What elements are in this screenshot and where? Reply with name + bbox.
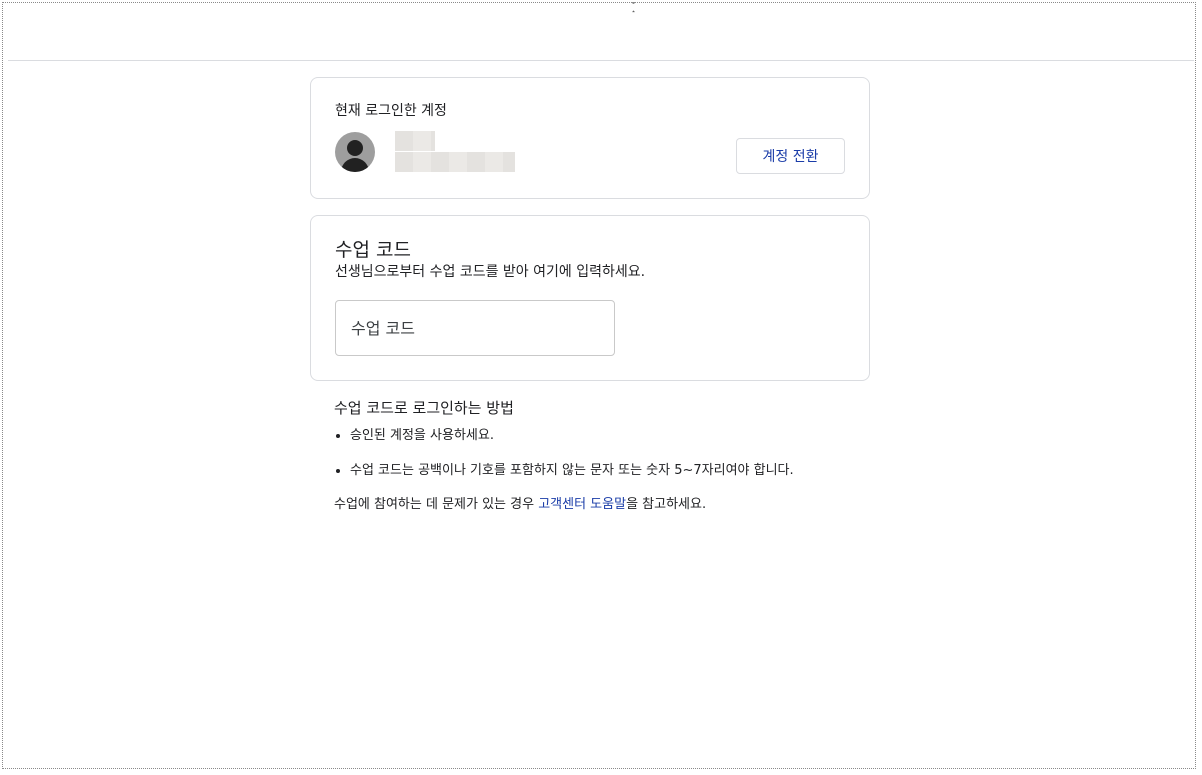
help-footer-prefix: 수업에 참여하는 데 문제가 있는 경우 [334, 497, 539, 512]
current-account-card: 현재 로그인한 계정 계정 전환 [310, 77, 870, 199]
account-email-redacted [395, 152, 515, 172]
help-section: 수업 코드로 로그인하는 방법 승인된 계정을 사용하세요. 수업 코드는 공백… [334, 398, 846, 515]
header-divider [8, 60, 1194, 61]
help-footer: 수업에 참여하는 데 문제가 있는 경우 고객센터 도움말을 참고하세요. [334, 495, 846, 515]
help-item-code-format: 수업 코드는 공백이나 기호를 포함하지 않는 문자 또는 숫자 5~7자리여야… [350, 461, 846, 481]
help-list: 승인된 계정을 사용하세요. 수업 코드는 공백이나 기호를 포함하지 않는 문… [334, 426, 846, 481]
avatar-body [341, 158, 369, 172]
help-title: 수업 코드로 로그인하는 방법 [334, 399, 514, 417]
help-item-approved-account: 승인된 계정을 사용하세요. [350, 426, 846, 446]
avatar-head [347, 140, 363, 156]
help-footer-suffix: 을 참고하세요. [626, 497, 707, 512]
account-name-redacted [395, 131, 435, 151]
switch-account-button[interactable]: 계정 전환 [736, 138, 845, 174]
class-code-input[interactable] [335, 300, 615, 356]
class-code-subtitle: 선생님으로부터 수업 코드를 받아 여기에 입력하세요. [335, 264, 646, 280]
account-heading: 현재 로그인한 계정 [335, 103, 447, 119]
help-center-link[interactable]: 고객센터 도움말 [538, 497, 626, 512]
class-code-card: 수업 코드 선생님으로부터 수업 코드를 받아 여기에 입력하세요. [310, 215, 870, 381]
class-code-title: 수업 코드 [335, 239, 411, 261]
user-avatar-icon [335, 132, 375, 172]
